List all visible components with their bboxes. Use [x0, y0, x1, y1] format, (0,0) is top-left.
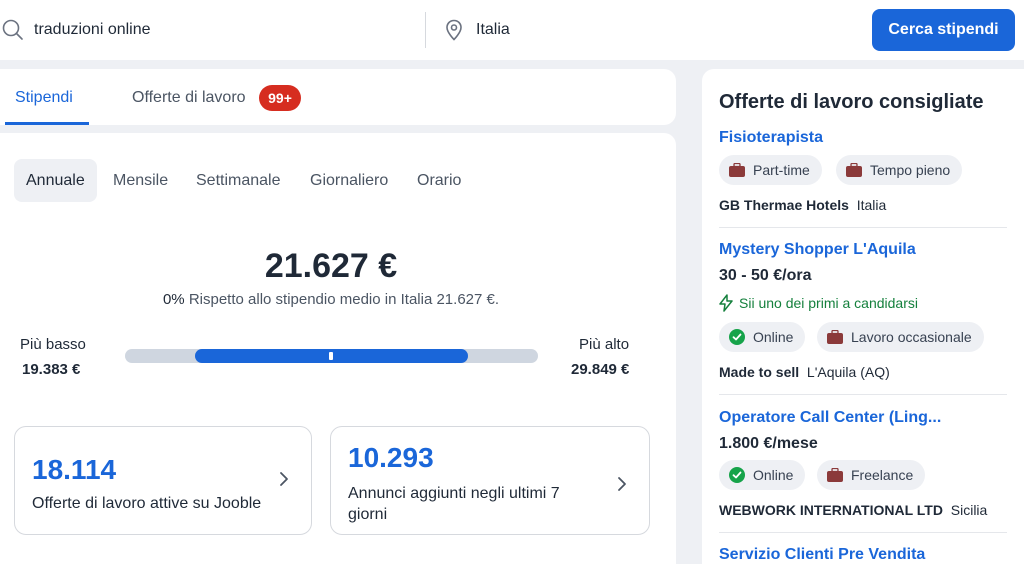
comparison-percent: 0% — [162, 291, 185, 308]
location-pin-icon — [444, 19, 464, 46]
job-chip: Freelance — [817, 460, 926, 490]
job-chip: Tempo pieno — [836, 155, 963, 185]
active-tab-indicator — [5, 122, 89, 125]
search-salaries-button[interactable]: Cerca stipendi — [872, 9, 1015, 51]
active-jobs-card[interactable]: 18.114 Offerte di lavoro attive su Joobl… — [14, 426, 312, 535]
highest-value: 29.849 € — [571, 361, 630, 378]
period-mensile[interactable]: Mensile — [113, 159, 168, 202]
chevron-right-icon — [279, 467, 289, 493]
job-location: L'Aquila (AQ) — [806, 364, 890, 380]
job-company: Made to sell L'Aquila (AQ) — [719, 364, 890, 380]
apply-early-text: Sii uno dei primi a candidarsi — [739, 295, 918, 311]
tabs-bar: Stipendi Offerte di lavoro — [0, 69, 676, 125]
new-jobs-text: Annunci aggiunti negli ultimi 7 giorni — [348, 485, 560, 523]
recommended-jobs-title: Offerte di lavoro consigliate — [719, 91, 984, 113]
chevron-right-icon — [617, 472, 627, 498]
briefcase-icon — [827, 330, 843, 344]
job-chip-label: Online — [753, 467, 794, 483]
briefcase-icon — [729, 163, 745, 177]
recommended-jobs-panel: Offerte di lavoro consigliate Fisioterap… — [702, 69, 1024, 564]
check-circle-icon — [729, 467, 745, 483]
location-input[interactable]: Italia — [426, 8, 856, 52]
search-icon — [2, 19, 24, 46]
job-chip-label: Part-time — [753, 162, 810, 178]
period-settimanale[interactable]: Settimanale — [196, 159, 281, 202]
lowest-value: 19.383 € — [22, 361, 81, 378]
job-chip: Online — [719, 322, 806, 352]
job-chip: Online — [719, 460, 806, 490]
job-chip-label: Online — [753, 329, 794, 345]
briefcase-icon — [846, 163, 862, 177]
period-giornaliero[interactable]: Giornaliero — [310, 159, 388, 202]
check-circle-icon — [729, 329, 745, 345]
apply-early-note: Sii uno dei primi a candidarsi — [719, 294, 918, 312]
company-name: WEBWORK INTERNATIONAL LTD — [719, 502, 943, 518]
new-jobs-card[interactable]: 10.293 Annunci aggiunti negli ultimi 7 g… — [330, 426, 650, 535]
company-name: Made to sell — [719, 364, 800, 380]
job-title-link[interactable]: Servizio Clienti Pre Vendita — [719, 546, 925, 564]
active-jobs-count: 18.114 — [32, 454, 117, 485]
active-jobs-text: Offerte di lavoro attive su Jooble — [32, 495, 262, 512]
period-orario[interactable]: Orario — [417, 159, 461, 202]
job-chip-label: Lavoro occasionale — [851, 329, 972, 345]
job-location: Italia — [856, 197, 887, 213]
salary-card: Annuale Mensile Settimanale Giornaliero … — [0, 133, 676, 564]
job-count-badge: 99+ — [259, 85, 301, 111]
job-title-link[interactable]: Operatore Call Center (Ling... — [719, 409, 941, 427]
job-company: WEBWORK INTERNATIONAL LTD Sicilia — [719, 502, 987, 518]
salary-comparison: 0% Rispetto allo stipendio medio in Ital… — [0, 291, 662, 308]
new-jobs-count: 10.293 — [348, 442, 434, 473]
average-marker — [329, 352, 333, 360]
highest-label: Più alto — [579, 336, 630, 353]
job-title-link[interactable]: Fisioterapista — [719, 129, 823, 147]
salary-range-bar — [125, 349, 538, 363]
job-chip: Lavoro occasionale — [817, 322, 984, 352]
job-chip-label: Tempo pieno — [870, 162, 951, 178]
tab-stipendi[interactable]: Stipendi — [15, 89, 73, 107]
job-divider — [719, 394, 1007, 395]
job-divider — [719, 532, 1007, 533]
job-company: GB Thermae Hotels Italia — [719, 197, 886, 213]
job-location: Sicilia — [950, 502, 988, 518]
tab-offerte-di-lavoro[interactable]: Offerte di lavoro — [132, 89, 246, 107]
location-value: Italia — [476, 21, 510, 38]
briefcase-icon — [827, 468, 843, 482]
job-chip: Part-time — [719, 155, 822, 185]
search-query: traduzioni online — [34, 21, 151, 38]
average-salary: 21.627 € — [264, 247, 398, 285]
job-salary: 30 - 50 €/ora — [719, 267, 812, 284]
job-divider — [719, 227, 1007, 228]
search-input[interactable]: traduzioni online — [0, 8, 425, 52]
period-annuale[interactable]: Annuale — [14, 159, 97, 202]
search-bar: traduzioni online Italia Cerca stipendi — [0, 0, 1024, 60]
job-salary: 1.800 €/mese — [719, 435, 818, 452]
comparison-text: Rispetto allo stipendio medio in Italia … — [184, 291, 500, 308]
lightning-icon — [719, 294, 733, 312]
job-chip-label: Freelance — [851, 467, 914, 483]
company-name: GB Thermae Hotels — [719, 197, 849, 213]
lowest-label: Più basso — [20, 336, 86, 353]
job-title-link[interactable]: Mystery Shopper L'Aquila — [719, 241, 916, 259]
